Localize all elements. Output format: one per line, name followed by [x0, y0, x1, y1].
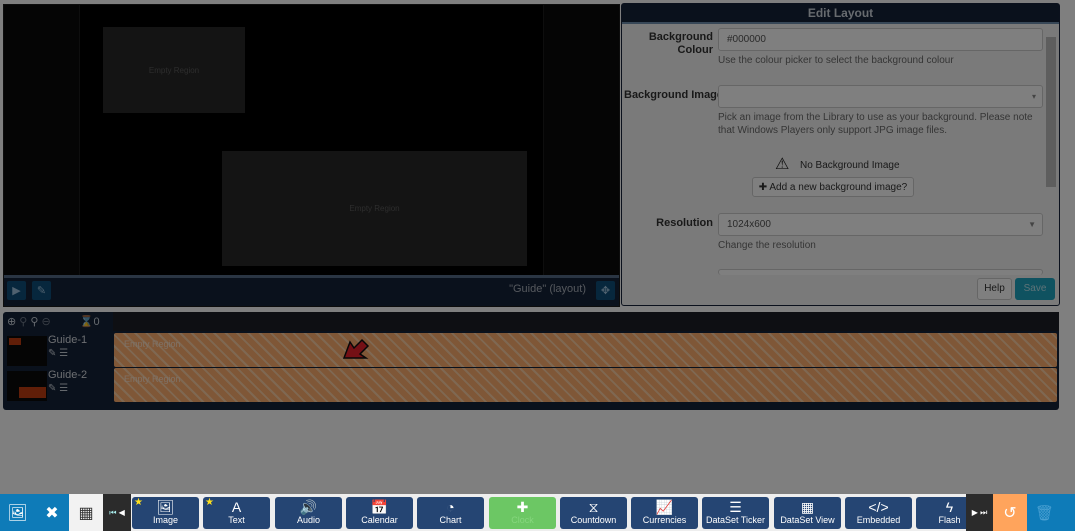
widget-chart-button[interactable]: ◔ Chart [417, 497, 484, 529]
widget-label: Countdown [570, 515, 617, 525]
favourite-star-icon: ★ [205, 497, 214, 508]
library-button[interactable]: 🖼 [0, 494, 35, 531]
widget-calendar-button[interactable]: 📅 Calendar [346, 497, 413, 529]
widget-label: Audio [296, 515, 321, 525]
widget-currencies-button[interactable]: 📈 Currencies [631, 497, 698, 529]
widget-countdown-button[interactable]: ⧖ Countdown [560, 497, 627, 529]
revert-button[interactable]: ↺ [993, 494, 1027, 531]
prev-icon[interactable]: ◀ [119, 508, 125, 517]
last-icon[interactable]: ⏭ [980, 508, 987, 518]
list-icon: ☰ [729, 499, 742, 515]
bottom-toolbar: 🖼 ✖ ▦ ⏮ ◀ ★ 🖼 Image ★ A Text 🔊 Audio 📅 Calendar ◔ C… [0, 494, 1075, 531]
widget-label: DataSet View [780, 515, 835, 525]
widget-clock-button[interactable]: ✚ Clock [489, 497, 556, 529]
chart-icon: ◔ [446, 499, 455, 515]
widget-image-button[interactable]: ★ 🖼 Image [132, 497, 199, 529]
widget-label: Currencies [642, 515, 687, 525]
code-icon: </> [868, 499, 889, 515]
modal-backdrop [0, 0, 1075, 494]
trash-icon: 🗑 [1034, 504, 1055, 522]
grid-icon: ▦ [78, 504, 94, 522]
library-icon: 🖼 [7, 504, 28, 522]
scroll-left-buttons[interactable]: ⏮ ◀ [103, 494, 131, 531]
audio-icon: 🔊 [299, 499, 318, 515]
next-icon[interactable]: ▶ [972, 508, 978, 517]
tools-icon: ✖ [45, 504, 59, 522]
widget-label: Embedded [856, 515, 901, 525]
clock-icon: ✚ [516, 499, 529, 515]
delete-button[interactable]: 🗑 [1027, 494, 1062, 531]
widget-label: Calendar [361, 515, 398, 525]
widget-embedded-button[interactable]: </> Embedded [845, 497, 912, 529]
undo-icon: ↺ [1003, 504, 1017, 522]
scroll-right-buttons[interactable]: ▶ ⏭ [966, 494, 993, 531]
widget-label: DataSet Ticker [705, 515, 766, 525]
layout-designer: Empty Region Empty Region ▶ ✎ "Guide" (l… [0, 0, 1075, 531]
widget-label: Image [152, 515, 178, 525]
table-icon: ▦ [800, 499, 815, 515]
widget-label: Clock [511, 515, 534, 525]
calendar-icon: 📅 [370, 499, 389, 515]
line-chart-icon: 📈 [655, 499, 674, 515]
widgets-button[interactable]: ▦ [69, 494, 103, 531]
widget-text-button[interactable]: ★ A Text [203, 497, 270, 529]
widget-dataset-ticker-button[interactable]: ☰ DataSet Ticker [702, 497, 769, 529]
toolbar-end [1062, 494, 1075, 531]
widget-audio-button[interactable]: 🔊 Audio [275, 497, 342, 529]
widget-label: Text [228, 515, 245, 525]
hourglass-icon: ⧖ [588, 499, 599, 515]
favourite-star-icon: ★ [134, 497, 143, 508]
first-icon[interactable]: ⏮ [109, 508, 116, 518]
widget-label: Chart [439, 515, 462, 525]
widget-dataset-view-button[interactable]: ▦ DataSet View [774, 497, 841, 529]
tools-button[interactable]: ✖ [35, 494, 69, 531]
